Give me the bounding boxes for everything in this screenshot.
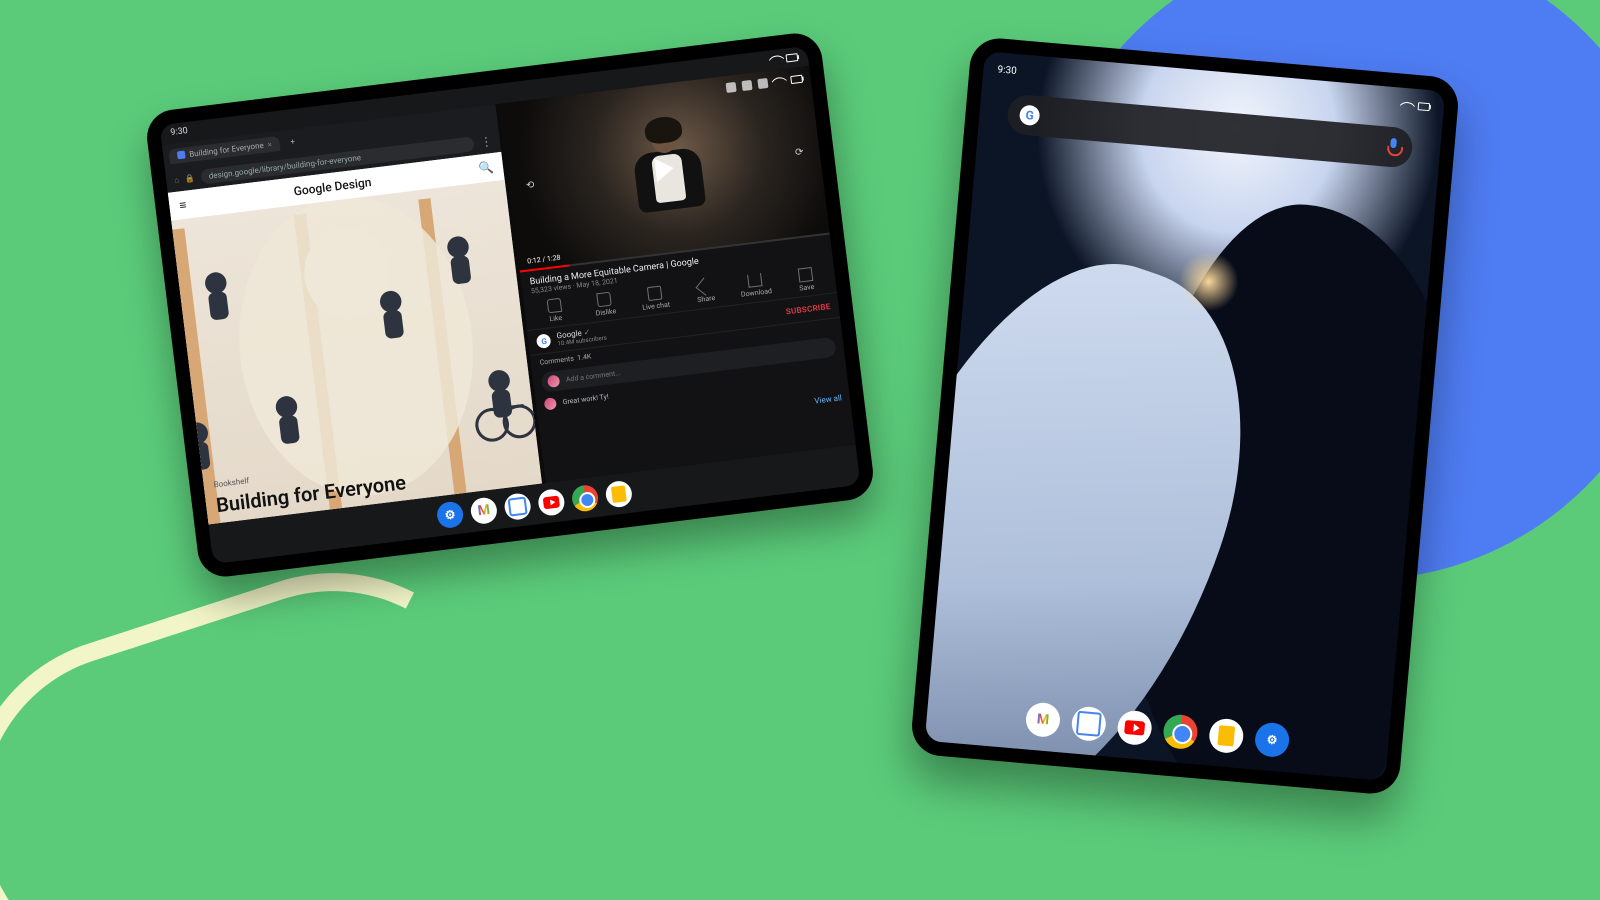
thumbs-down-icon	[597, 292, 613, 308]
status-time: 9:30	[997, 64, 1017, 77]
wifi-icon	[769, 51, 784, 66]
commenter-avatar-icon	[544, 397, 557, 410]
search-icon[interactable]: 🔍	[478, 160, 495, 176]
bg-swoosh	[0, 527, 557, 900]
tablet-portrait: 9:30 G M ⚙	[910, 36, 1461, 796]
close-tab-icon[interactable]: ×	[267, 139, 272, 148]
comment-text: Great work! Ty!	[562, 393, 609, 407]
save-icon	[797, 267, 813, 283]
dislike-button[interactable]: Dislike	[578, 289, 631, 319]
calendar-app-icon[interactable]	[503, 492, 532, 521]
skip-back-icon[interactable]: ⟲	[525, 180, 535, 192]
site-title: Google Design	[293, 175, 372, 198]
share-icon	[696, 278, 714, 296]
new-tab-button[interactable]: +	[285, 133, 301, 149]
hero-figures	[171, 180, 542, 525]
wallpaper-glow	[1176, 249, 1241, 314]
channel-avatar-icon: G	[536, 333, 552, 349]
user-avatar-icon	[547, 375, 560, 388]
status-icons	[1401, 99, 1430, 112]
gmail-app-icon[interactable]: M	[1025, 701, 1062, 738]
cast-icon[interactable]	[741, 79, 752, 90]
settings-app-icon[interactable]: ⚙	[1254, 721, 1291, 758]
settings-app-icon[interactable]: ⚙	[436, 500, 465, 529]
chrome-app-icon[interactable]	[571, 484, 600, 513]
youtube-app-icon[interactable]	[1116, 709, 1153, 746]
promo-stage: 9:30 Building for Everyone × +	[0, 0, 1600, 900]
battery-icon	[790, 74, 803, 83]
tab-title: Building for Everyone	[189, 140, 264, 158]
web-page: ≡ Google Design 🔍	[168, 152, 543, 525]
share-button[interactable]: Share	[679, 277, 732, 307]
battery-icon	[1418, 102, 1431, 111]
tablet-landscape: 9:30 Building for Everyone × +	[144, 30, 876, 579]
calendar-app-icon[interactable]	[1070, 705, 1107, 742]
download-icon	[747, 273, 762, 288]
subscribe-button[interactable]: SUBSCRIBE	[785, 301, 831, 315]
gmail-app-icon[interactable]: M	[469, 496, 498, 525]
like-button[interactable]: Like	[528, 296, 581, 326]
tablet-portrait-screen: 9:30 G M ⚙	[925, 51, 1446, 781]
chrome-app-icon[interactable]	[1162, 713, 1199, 750]
download-button[interactable]: Download	[729, 271, 782, 301]
lock-icon: 🔒	[184, 173, 195, 183]
livechat-button[interactable]: Live chat	[629, 283, 682, 313]
tab-favicon-icon	[177, 150, 186, 159]
chrome-pane: Building for Everyone × + ⌂ 🔒 design.goo…	[162, 104, 543, 524]
keep-app-icon[interactable]	[1208, 717, 1245, 754]
hamburger-icon[interactable]: ≡	[179, 198, 188, 213]
wifi-icon	[1400, 97, 1415, 112]
tablet-landscape-screen: 9:30 Building for Everyone × +	[159, 46, 860, 564]
skip-forward-icon[interactable]: ⟳	[795, 147, 805, 159]
play-icon[interactable]	[654, 156, 675, 182]
status-icons	[770, 51, 798, 65]
captions-icon[interactable]	[757, 77, 768, 88]
status-time: 9:30	[170, 126, 188, 138]
battery-icon	[785, 53, 798, 62]
split-screen: Building for Everyone × + ⌂ 🔒 design.goo…	[162, 66, 856, 525]
thumbs-up-icon	[546, 298, 562, 314]
youtube-pane: ⟲ ⟳ 0:12 / 1:28 Building a More Equitabl…	[500, 66, 856, 483]
keep-app-icon[interactable]	[604, 480, 633, 509]
home-icon[interactable]: ⌂	[174, 175, 180, 185]
comment-placeholder: Add a comment...	[566, 369, 622, 384]
save-button[interactable]: Save	[779, 265, 832, 295]
browser-menu-icon[interactable]: ⋮	[480, 134, 494, 149]
youtube-app-icon[interactable]	[537, 488, 566, 517]
autoplay-icon[interactable]	[726, 81, 737, 92]
mic-icon[interactable]	[1385, 138, 1401, 157]
google-logo-icon: G	[1019, 104, 1041, 126]
chat-icon	[647, 285, 663, 301]
view-all-link[interactable]: View all	[814, 393, 842, 405]
hero-illustration: Bookshelf Building for Everyone	[171, 180, 542, 525]
